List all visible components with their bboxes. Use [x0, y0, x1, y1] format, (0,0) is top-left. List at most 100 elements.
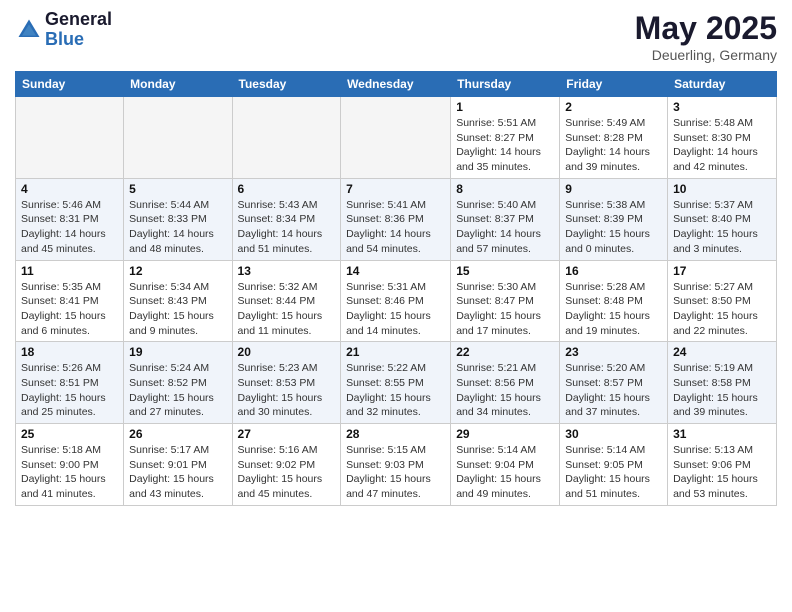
day-info: Sunrise: 5:24 AM Sunset: 8:52 PM Dayligh…	[129, 361, 226, 420]
month-year: May 2025	[635, 10, 777, 47]
calendar-cell: 18 Sunrise: 5:26 AM Sunset: 8:51 PM Dayli…	[16, 342, 124, 424]
day-number: 19	[129, 345, 226, 359]
calendar-week-row: 18 Sunrise: 5:26 AM Sunset: 8:51 PM Dayli…	[16, 342, 777, 424]
calendar-cell: 11 Sunrise: 5:35 AM Sunset: 8:41 PM Dayli…	[16, 260, 124, 342]
day-info: Sunrise: 5:26 AM Sunset: 8:51 PM Dayligh…	[21, 361, 118, 420]
calendar-cell: 26Sunrise: 5:17 AM Sunset: 9:01 PM Dayli…	[124, 424, 232, 506]
logo-text: General Blue	[45, 10, 112, 50]
calendar-cell: 14 Sunrise: 5:31 AM Sunset: 8:46 PM Dayli…	[341, 260, 451, 342]
day-number: 27	[238, 427, 336, 441]
calendar-cell: 19 Sunrise: 5:24 AM Sunset: 8:52 PM Dayli…	[124, 342, 232, 424]
calendar-header-tuesday: Tuesday	[232, 72, 341, 97]
day-info: Sunrise: 5:41 AM Sunset: 8:36 PM Dayligh…	[346, 198, 445, 257]
calendar-cell: 16Sunrise: 5:28 AM Sunset: 8:48 PM Dayli…	[560, 260, 668, 342]
page: General Blue May 2025 Deuerling, Germany…	[0, 0, 792, 612]
calendar-cell	[232, 97, 341, 179]
calendar-week-row: 4Sunrise: 5:46 AM Sunset: 8:31 PM Daylig…	[16, 178, 777, 260]
logo-line2: Blue	[45, 29, 84, 49]
calendar-week-row: 1Sunrise: 5:51 AM Sunset: 8:27 PM Daylig…	[16, 97, 777, 179]
calendar-cell: 25 Sunrise: 5:18 AM Sunset: 9:00 PM Dayli…	[16, 424, 124, 506]
calendar-cell	[16, 97, 124, 179]
calendar-cell: 15Sunrise: 5:30 AM Sunset: 8:47 PM Dayli…	[451, 260, 560, 342]
calendar-cell: 2 Sunrise: 5:49 AM Sunset: 8:28 PM Daylig…	[560, 97, 668, 179]
day-info: Sunrise: 5:22 AM Sunset: 8:55 PM Dayligh…	[346, 361, 445, 420]
day-number: 17	[673, 264, 771, 278]
calendar-cell: 8 Sunrise: 5:40 AM Sunset: 8:37 PM Daylig…	[451, 178, 560, 260]
header: General Blue May 2025 Deuerling, Germany	[15, 10, 777, 63]
day-number: 7	[346, 182, 445, 196]
day-number: 22	[456, 345, 554, 359]
calendar-cell: 10Sunrise: 5:37 AM Sunset: 8:40 PM Dayli…	[668, 178, 777, 260]
day-number: 30	[565, 427, 662, 441]
day-number: 29	[456, 427, 554, 441]
day-info: Sunrise: 5:13 AM Sunset: 9:06 PM Dayligh…	[673, 443, 771, 502]
day-info: Sunrise: 5:16 AM Sunset: 9:02 PM Dayligh…	[238, 443, 336, 502]
logo-icon	[15, 16, 43, 44]
day-info: Sunrise: 5:30 AM Sunset: 8:47 PM Dayligh…	[456, 280, 554, 339]
calendar-cell: 29 Sunrise: 5:14 AM Sunset: 9:04 PM Dayli…	[451, 424, 560, 506]
day-number: 23	[565, 345, 662, 359]
day-number: 14	[346, 264, 445, 278]
calendar-cell: 24 Sunrise: 5:19 AM Sunset: 8:58 PM Dayli…	[668, 342, 777, 424]
calendar-header-thursday: Thursday	[451, 72, 560, 97]
day-info: Sunrise: 5:43 AM Sunset: 8:34 PM Dayligh…	[238, 198, 336, 257]
calendar-cell: 6 Sunrise: 5:43 AM Sunset: 8:34 PM Daylig…	[232, 178, 341, 260]
day-number: 11	[21, 264, 118, 278]
day-number: 1	[456, 100, 554, 114]
day-number: 8	[456, 182, 554, 196]
calendar-header-row: SundayMondayTuesdayWednesdayThursdayFrid…	[16, 72, 777, 97]
calendar-header-monday: Monday	[124, 72, 232, 97]
day-info: Sunrise: 5:27 AM Sunset: 8:50 PM Dayligh…	[673, 280, 771, 339]
day-number: 31	[673, 427, 771, 441]
day-info: Sunrise: 5:18 AM Sunset: 9:00 PM Dayligh…	[21, 443, 118, 502]
calendar-cell: 20 Sunrise: 5:23 AM Sunset: 8:53 PM Dayli…	[232, 342, 341, 424]
day-info: Sunrise: 5:21 AM Sunset: 8:56 PM Dayligh…	[456, 361, 554, 420]
calendar-cell: 23 Sunrise: 5:20 AM Sunset: 8:57 PM Dayli…	[560, 342, 668, 424]
calendar-header-friday: Friday	[560, 72, 668, 97]
day-number: 9	[565, 182, 662, 196]
calendar-cell: 4Sunrise: 5:46 AM Sunset: 8:31 PM Daylig…	[16, 178, 124, 260]
day-info: Sunrise: 5:20 AM Sunset: 8:57 PM Dayligh…	[565, 361, 662, 420]
day-info: Sunrise: 5:46 AM Sunset: 8:31 PM Dayligh…	[21, 198, 118, 257]
day-number: 6	[238, 182, 336, 196]
calendar-week-row: 11 Sunrise: 5:35 AM Sunset: 8:41 PM Dayli…	[16, 260, 777, 342]
calendar-cell: 17 Sunrise: 5:27 AM Sunset: 8:50 PM Dayli…	[668, 260, 777, 342]
calendar-cell: 31 Sunrise: 5:13 AM Sunset: 9:06 PM Dayli…	[668, 424, 777, 506]
day-info: Sunrise: 5:14 AM Sunset: 9:04 PM Dayligh…	[456, 443, 554, 502]
day-info: Sunrise: 5:19 AM Sunset: 8:58 PM Dayligh…	[673, 361, 771, 420]
day-number: 18	[21, 345, 118, 359]
calendar-cell	[124, 97, 232, 179]
day-number: 10	[673, 182, 771, 196]
calendar-cell: 3 Sunrise: 5:48 AM Sunset: 8:30 PM Daylig…	[668, 97, 777, 179]
calendar-header-saturday: Saturday	[668, 72, 777, 97]
day-info: Sunrise: 5:40 AM Sunset: 8:37 PM Dayligh…	[456, 198, 554, 257]
day-number: 3	[673, 100, 771, 114]
day-info: Sunrise: 5:23 AM Sunset: 8:53 PM Dayligh…	[238, 361, 336, 420]
day-info: Sunrise: 5:44 AM Sunset: 8:33 PM Dayligh…	[129, 198, 226, 257]
calendar-header-wednesday: Wednesday	[341, 72, 451, 97]
day-number: 24	[673, 345, 771, 359]
day-info: Sunrise: 5:48 AM Sunset: 8:30 PM Dayligh…	[673, 116, 771, 175]
calendar-cell: 28Sunrise: 5:15 AM Sunset: 9:03 PM Dayli…	[341, 424, 451, 506]
calendar-cell: 9 Sunrise: 5:38 AM Sunset: 8:39 PM Daylig…	[560, 178, 668, 260]
day-info: Sunrise: 5:38 AM Sunset: 8:39 PM Dayligh…	[565, 198, 662, 257]
day-info: Sunrise: 5:34 AM Sunset: 8:43 PM Dayligh…	[129, 280, 226, 339]
day-info: Sunrise: 5:14 AM Sunset: 9:05 PM Dayligh…	[565, 443, 662, 502]
day-info: Sunrise: 5:35 AM Sunset: 8:41 PM Dayligh…	[21, 280, 118, 339]
day-number: 13	[238, 264, 336, 278]
calendar-cell: 12 Sunrise: 5:34 AM Sunset: 8:43 PM Dayli…	[124, 260, 232, 342]
calendar-week-row: 25 Sunrise: 5:18 AM Sunset: 9:00 PM Dayli…	[16, 424, 777, 506]
calendar-cell: 1Sunrise: 5:51 AM Sunset: 8:27 PM Daylig…	[451, 97, 560, 179]
day-info: Sunrise: 5:49 AM Sunset: 8:28 PM Dayligh…	[565, 116, 662, 175]
day-number: 25	[21, 427, 118, 441]
day-number: 12	[129, 264, 226, 278]
calendar-cell: 22 Sunrise: 5:21 AM Sunset: 8:56 PM Dayli…	[451, 342, 560, 424]
day-number: 2	[565, 100, 662, 114]
calendar-header-sunday: Sunday	[16, 72, 124, 97]
day-number: 28	[346, 427, 445, 441]
day-info: Sunrise: 5:31 AM Sunset: 8:46 PM Dayligh…	[346, 280, 445, 339]
day-number: 20	[238, 345, 336, 359]
day-number: 16	[565, 264, 662, 278]
title-block: May 2025 Deuerling, Germany	[635, 10, 777, 63]
day-info: Sunrise: 5:17 AM Sunset: 9:01 PM Dayligh…	[129, 443, 226, 502]
